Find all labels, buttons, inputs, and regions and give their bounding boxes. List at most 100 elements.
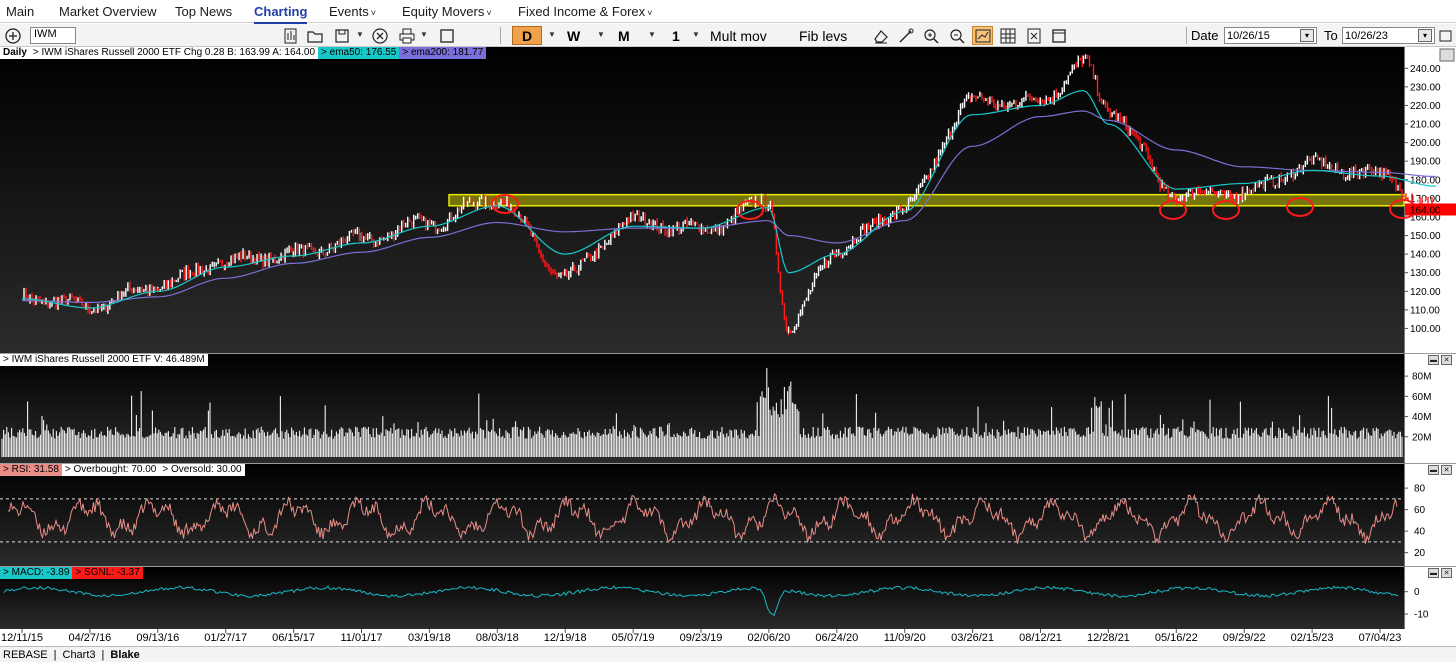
ema50-label: > ema50: 176.55 [318, 47, 400, 59]
close-icon[interactable]: ✕ [1441, 355, 1452, 365]
chart-svg[interactable]: 12/11/15 04/27/16 09/13/16 01/27/17 06/15/17… [0, 47, 1456, 646]
x-axis-label: 09/29/22 [1223, 632, 1266, 644]
timeframe-monthly-button[interactable]: M [618, 26, 630, 45]
support-band[interactable] [448, 193, 1405, 207]
intraday-dropdown-icon[interactable]: ▼ [692, 30, 700, 39]
nav-item-charting[interactable]: Charting [254, 4, 308, 24]
sgnl-label: > SGNL: -3.37 [72, 567, 143, 579]
export-excel-icon[interactable] [1025, 26, 1043, 45]
footer-item-rebase[interactable]: REBASE [3, 649, 48, 661]
timeframe-daily-button[interactable]: D [512, 26, 542, 45]
zoom-out-icon[interactable] [948, 26, 966, 45]
weekly-dropdown-icon[interactable]: ▼ [597, 30, 605, 39]
footer-item-blake[interactable]: Blake [110, 649, 139, 661]
volume-y-label: 80M [1412, 372, 1431, 383]
chart-toolbar: IWM ▼ ▼ D ▼ W ▼ M ▼ 1 ▼ Mult mov Fib lev… [0, 24, 1456, 47]
minimize-icon[interactable]: ▬ [1428, 355, 1439, 365]
nav-item-equity-movers[interactable]: Equity Movers ˅ [402, 4, 492, 19]
price-title: > IWM iShares Russell 2000 ETF Chg 0.28 … [29, 47, 319, 59]
nav-item-events[interactable]: Events ˅ [329, 4, 376, 19]
print-dropdown-icon[interactable]: ▼ [420, 30, 428, 39]
fib-levs-button[interactable]: Fib levs [799, 26, 847, 45]
window-icon[interactable] [438, 26, 456, 45]
save-icon[interactable] [333, 26, 351, 45]
x-axis-label: 08/03/18 [476, 632, 519, 644]
chevron-down-icon: ˅ [647, 8, 653, 18]
rsi-axis-background [1404, 464, 1456, 566]
add-symbol-icon[interactable] [4, 26, 22, 45]
status-bar: REBASE | Chart3 | Blake [0, 646, 1456, 662]
window-control-icon[interactable] [1438, 26, 1454, 45]
price-y-label: 110.00 [1410, 305, 1440, 316]
draw-tool-icon[interactable] [897, 26, 915, 45]
x-axis-label: 12/19/18 [544, 632, 587, 644]
price-y-label: 220.00 [1410, 101, 1441, 112]
close-icon[interactable]: ✕ [1441, 465, 1452, 475]
sgnl-value: SGNL: -3.37 [84, 567, 140, 578]
rsi-value: RSI: 31.58 [11, 464, 59, 475]
chart-settings-icon[interactable] [282, 26, 300, 45]
volume-pane-controls[interactable]: ▬ ✕ [1428, 355, 1454, 366]
close-chart-icon[interactable] [371, 26, 389, 45]
nav-item-market-overview[interactable]: Market Overview [59, 4, 157, 19]
price-pane-control-icon[interactable] [1439, 48, 1455, 62]
mult-mov-button[interactable]: Mult mov [710, 26, 767, 45]
oversold-value: Oversold: 30.00 [170, 464, 242, 475]
chevron-down-icon: ˅ [370, 8, 377, 18]
print-icon[interactable] [398, 26, 416, 45]
timeframe-weekly-button[interactable]: W [567, 26, 580, 45]
period-label: Daily [0, 47, 30, 59]
macd-value: MACD: -3.89 [11, 567, 70, 578]
price-y-label: 140.00 [1410, 250, 1441, 261]
footer-item-chart3[interactable]: Chart3 [63, 649, 96, 661]
rsi-y-label: 60 [1414, 505, 1426, 516]
ema200-value: ema200: 181.77 [410, 47, 484, 58]
rsi-pane-legend: > RSI: 31.58 > Overbought: 70.00 > Overs… [0, 464, 245, 476]
minimize-icon[interactable]: ▬ [1428, 568, 1439, 578]
monthly-dropdown-icon[interactable]: ▼ [648, 30, 656, 39]
price-y-label: 100.00 [1410, 324, 1441, 335]
macd-y-label: -10 [1414, 610, 1429, 621]
symbol-input[interactable]: IWM [30, 27, 76, 44]
date-to-input[interactable]: 10/26/23 ▾ [1342, 27, 1435, 44]
calendar-icon[interactable]: ▾ [1300, 29, 1314, 42]
rsi-y-label: 20 [1414, 548, 1426, 559]
rsi-pane-controls[interactable]: ▬ ✕ [1428, 465, 1454, 476]
open-folder-icon[interactable] [306, 26, 324, 45]
minimize-icon[interactable]: ▬ [1428, 465, 1439, 475]
x-axis-label: 12/11/15 [1, 632, 43, 644]
footer-separator: | [101, 648, 105, 661]
price-title-text: IWM iShares Russell 2000 ETF Chg 0.28 B:… [41, 47, 316, 58]
nav-item-top-news[interactable]: Top News [175, 4, 232, 19]
x-axis-label: 09/23/19 [680, 632, 723, 644]
layout-icon[interactable] [1050, 26, 1068, 45]
eraser-icon[interactable] [872, 26, 890, 45]
daily-dropdown-icon[interactable]: ▼ [548, 30, 556, 39]
macd-pane-legend: > MACD: -3.89 > SGNL: -3.37 [0, 567, 143, 579]
nav-item-label: Equity Movers [402, 4, 485, 19]
x-axis-label: 05/16/22 [1155, 632, 1198, 644]
x-axis-label: 09/13/16 [136, 632, 179, 644]
zoom-in-icon[interactable] [922, 26, 940, 45]
save-dropdown-icon[interactable]: ▼ [356, 30, 364, 39]
price-y-label: 180.00 [1410, 175, 1441, 186]
to-label: To [1324, 28, 1338, 43]
nav-item-main[interactable]: Main [6, 4, 34, 19]
nav-item-fixed-income-forex[interactable]: Fixed Income & Forex ˅ [518, 4, 652, 19]
calendar-icon[interactable]: ▾ [1418, 29, 1432, 42]
macd-pane-controls[interactable]: ▬ ✕ [1428, 568, 1454, 579]
date-label: Date [1191, 28, 1219, 43]
chart-area[interactable]: 12/11/15 04/27/16 09/13/16 01/27/17 06/15/17… [0, 47, 1456, 646]
nav-item-label: Fixed Income & Forex [518, 4, 646, 19]
overbought-label: > Overbought: 70.00 [61, 464, 160, 476]
close-icon[interactable]: ✕ [1441, 568, 1452, 578]
x-axis-label: 11/09/20 [884, 632, 926, 644]
x-axis-label: 02/06/20 [747, 632, 790, 644]
footer-separator: | [53, 648, 57, 661]
x-axis-label: 05/07/19 [612, 632, 655, 644]
grid-icon[interactable] [999, 26, 1017, 45]
timeframe-intraday-button[interactable]: 1 [672, 26, 680, 45]
rsi-y-label: 40 [1414, 527, 1426, 538]
date-from-input[interactable]: 10/26/15 ▾ [1224, 27, 1317, 44]
auto-scale-icon[interactable] [972, 26, 993, 45]
